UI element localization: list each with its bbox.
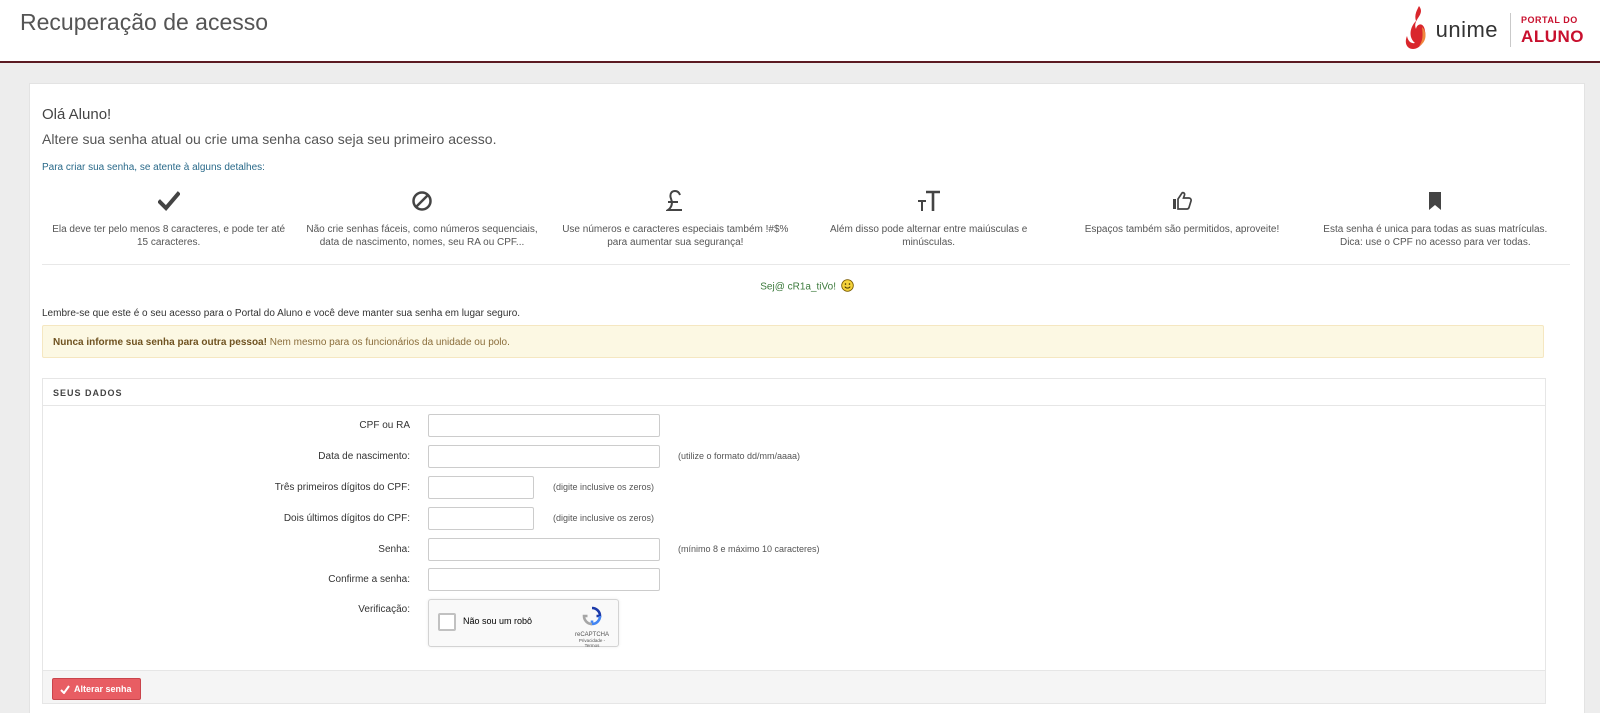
remember-note: Lembre-se que este é o seu acesso para o… [42, 308, 521, 319]
pound-icon [549, 188, 802, 214]
birth-hint: (utilize o formato dd/mm/aaaa) [678, 451, 801, 461]
rule-unique: Esta senha é unica para todas as suas ma… [1309, 188, 1562, 258]
page-title: Recuperação de acesso [20, 9, 269, 35]
cpf-last-digits-input[interactable] [428, 507, 534, 530]
password-label: Senha: [378, 544, 410, 555]
brand-name: unime [1435, 17, 1499, 42]
verification-label: Verificação: [358, 604, 410, 615]
recaptcha-widget: Não sou um robô reCAPTCHA Privacidade - … [428, 599, 619, 648]
warning-strong: Nunca informe sua senha para outra pesso… [53, 337, 267, 348]
birth-label: Data de nascimento: [318, 451, 410, 462]
password-hint: (mínimo 8 e máximo 10 caracteres) [678, 544, 820, 554]
text-size-icon [802, 188, 1055, 214]
row-cpf-last: Dois últimos dígitos do CPF: (digite inc… [43, 507, 1543, 531]
divider [42, 264, 1570, 265]
smiley-icon [841, 279, 854, 295]
password-input[interactable] [428, 538, 660, 561]
motto-text: Sej@ cR1a_tiVo! [760, 281, 836, 293]
rule-text: Não crie senhas fáceis, como números seq… [306, 224, 538, 248]
recaptcha-label: Não sou um robô [463, 616, 533, 626]
warning-alert: Nunca informe sua senha para outra pesso… [42, 325, 1544, 358]
rule-text: Ela deve ter pelo menos 8 caracteres, e … [52, 224, 286, 248]
row-cpf-first: Três primeiros dígitos do CPF: (digite i… [43, 476, 1543, 500]
row-birth: Data de nascimento: (utilize o formato d… [43, 445, 1543, 469]
recaptcha-links[interactable]: Privacidade - Termos [574, 638, 610, 648]
check-icon [60, 684, 70, 694]
panel-title: SEUS DADOS [43, 379, 1545, 406]
change-password-button[interactable]: Alterar senha [52, 678, 141, 700]
motto: Sej@ cR1a_tiVo! [30, 279, 1584, 295]
ban-icon [295, 188, 548, 214]
thumbs-up-icon [1055, 188, 1308, 214]
rule-case: Além disso pode alternar entre maiúscula… [802, 188, 1055, 258]
recaptcha-checkbox[interactable] [438, 613, 456, 631]
cpf-ra-input[interactable] [428, 414, 660, 437]
portal-line-1: PORTAL DO [1521, 14, 1578, 25]
main-card: Olá Aluno! Altere sua senha atual ou cri… [29, 83, 1585, 713]
panel-footer: Alterar senha [43, 670, 1545, 703]
rule-easy: Não crie senhas fáceis, como números seq… [295, 188, 548, 258]
brand-logo[interactable]: unime PORTAL DO ALUNO [1404, 3, 1584, 57]
flame-icon [1404, 5, 1432, 56]
recaptcha-logo: reCAPTCHA Privacidade - Termos [574, 606, 610, 648]
cpf-ra-label: CPF ou RA [359, 420, 410, 431]
cpf-first-digits-input[interactable] [428, 476, 534, 499]
top-bar: Recuperação de acesso unime PORTAL DO AL… [0, 0, 1600, 63]
bookmark-icon [1309, 188, 1562, 214]
password-confirm-label: Confirme a senha: [328, 574, 410, 585]
row-password-confirm: Confirme a senha: [43, 568, 1543, 592]
rule-special: Use números e caracteres especiais també… [549, 188, 802, 258]
cpf-first-label: Três primeiros dígitos do CPF: [274, 482, 410, 493]
greeting: Olá Aluno! [42, 106, 112, 123]
rule-text: Esta senha é unica para todas as suas ma… [1323, 224, 1548, 248]
change-password-label: Alterar senha [74, 684, 132, 694]
rule-spaces: Espaços também são permitidos, aproveite… [1055, 188, 1308, 258]
row-cpf-ra: CPF ou RA [43, 414, 1543, 438]
recaptcha-icon [582, 606, 602, 630]
check-icon [42, 188, 295, 214]
birth-date-input[interactable] [428, 445, 660, 468]
portal-label: PORTAL DO ALUNO [1521, 14, 1584, 46]
row-verification: Verificação: Não sou um robô reCAPTCHA P… [43, 599, 1543, 649]
rule-length: Ela deve ter pelo menos 8 caracteres, e … [42, 188, 295, 258]
row-password: Senha: (mínimo 8 e máximo 10 caracteres) [43, 538, 1543, 562]
form-panel: SEUS DADOS CPF ou RA Data de nascimento:… [42, 378, 1546, 704]
cpf-first-hint: (digite inclusive os zeros) [553, 482, 655, 492]
brand-divider [1510, 13, 1512, 47]
subtitle: Altere sua senha atual ou crie uma senha… [42, 131, 497, 147]
portal-line-2: ALUNO [1521, 26, 1584, 46]
cpf-last-hint: (digite inclusive os zeros) [553, 513, 655, 523]
password-confirm-input[interactable] [428, 568, 660, 591]
rule-text: Use números e caracteres especiais també… [562, 224, 789, 248]
rule-text: Além disso pode alternar entre maiúscula… [829, 224, 1028, 248]
password-rules: Ela deve ter pelo menos 8 caracteres, e … [42, 188, 1562, 258]
rule-text: Espaços também são permitidos, aproveite… [1084, 224, 1280, 235]
cpf-last-label: Dois últimos dígitos do CPF: [283, 513, 410, 524]
tips-lead: Para criar sua senha, se atente à alguns… [42, 162, 265, 173]
warning-text: Nem mesmo para os funcionários da unidad… [266, 337, 510, 348]
